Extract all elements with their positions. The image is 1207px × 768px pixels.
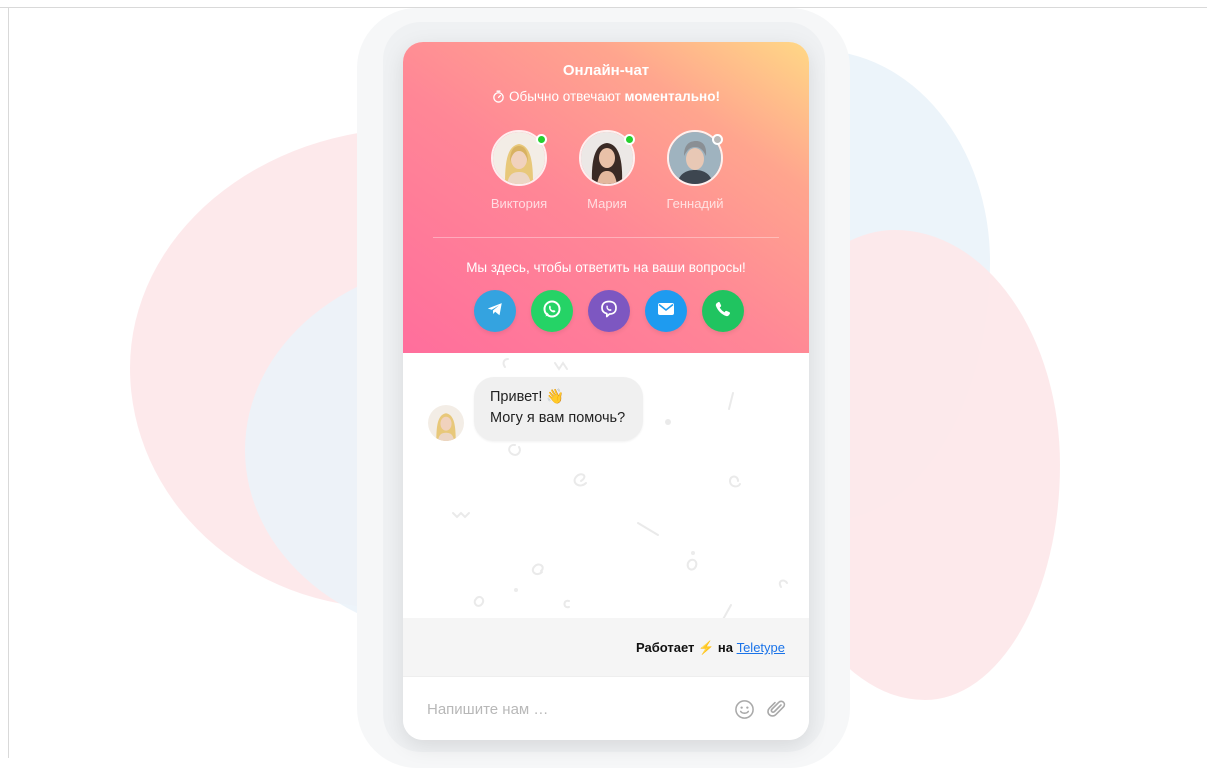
- message-input[interactable]: [425, 697, 719, 721]
- teletype-link[interactable]: Teletype: [737, 640, 785, 655]
- avatar: [579, 130, 635, 186]
- operator-gennadiy[interactable]: Геннадий: [651, 130, 739, 211]
- frame-left-border: [8, 7, 9, 758]
- header-divider: [433, 237, 779, 238]
- whatsapp-icon: [542, 299, 562, 324]
- stopwatch-icon: [492, 90, 505, 106]
- online-status-dot: [536, 134, 547, 145]
- operator-maria[interactable]: Мария: [563, 130, 651, 211]
- operator-avatar-small: [428, 405, 464, 441]
- mail-icon: [657, 301, 675, 322]
- message-line: Могу я вам помочь?: [490, 410, 626, 426]
- viber-button[interactable]: [588, 290, 630, 332]
- message-input-row: [403, 676, 809, 740]
- messenger-channels: [474, 290, 744, 334]
- operator-name: Виктория: [490, 196, 548, 211]
- operator-name: Геннадий: [666, 196, 724, 211]
- chat-area: Привет! 👋 Могу я вам помочь?: [403, 353, 809, 618]
- header-tagline: Мы здесь, чтобы ответить на ваши вопросы…: [466, 260, 746, 275]
- operator-name: Мария: [587, 196, 627, 211]
- powered-by-text: Работает ⚡ на Teletype: [636, 640, 785, 656]
- operators-list: Виктория Мария Геннадий: [403, 130, 809, 220]
- powered-by-bar: Работает ⚡ на Teletype: [403, 618, 809, 676]
- message-line: Привет! 👋: [490, 389, 565, 405]
- chat-header: Онлайн-чат Обычно отвечают моментально!: [403, 42, 809, 353]
- incoming-message-bubble: Привет! 👋 Могу я вам помочь?: [474, 377, 644, 441]
- bolt-icon: ⚡: [698, 640, 715, 655]
- chat-title: Онлайн-чат: [562, 62, 650, 79]
- chat-subtitle: Обычно отвечают моментально!: [403, 89, 809, 106]
- powered-mid: на: [717, 640, 733, 655]
- email-button[interactable]: [645, 290, 687, 332]
- paperclip-icon[interactable]: [765, 698, 787, 725]
- whatsapp-button[interactable]: [531, 290, 573, 332]
- online-status-dot: [624, 134, 635, 145]
- avatar: [667, 130, 723, 186]
- subtitle-text: Обычно отвечают: [509, 89, 621, 104]
- phone-icon: [714, 300, 732, 323]
- avatar: [491, 130, 547, 186]
- telegram-button[interactable]: [474, 290, 516, 332]
- offline-status-dot: [712, 134, 723, 145]
- operator-viktoria[interactable]: Виктория: [475, 130, 563, 211]
- phone-button[interactable]: [702, 290, 744, 332]
- subtitle-strong: моментально!: [624, 89, 720, 104]
- telegram-icon: [486, 300, 504, 323]
- powered-prefix: Работает: [636, 640, 695, 655]
- emoji-icon[interactable]: [734, 699, 755, 725]
- chat-widget: Онлайн-чат Обычно отвечают моментально!: [403, 42, 809, 740]
- viber-icon: [599, 299, 619, 324]
